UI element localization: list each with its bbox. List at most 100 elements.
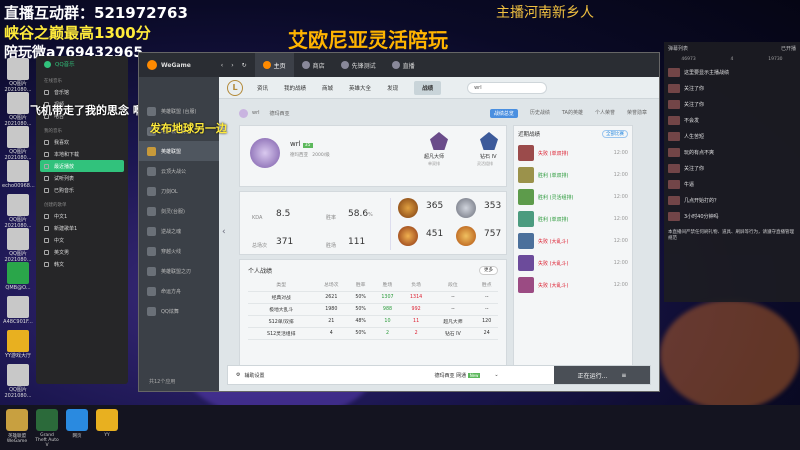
- wegame-tab[interactable]: 先锋测试: [333, 53, 384, 77]
- qq-menu-item[interactable]: 最近播放: [40, 160, 124, 172]
- history-row[interactable]: 胜利 (单双排) 12:00: [514, 164, 632, 186]
- sidebar-game-item[interactable]: QQ炫舞: [139, 301, 219, 321]
- subtab[interactable]: 战绩总览: [489, 108, 518, 118]
- wegame-tab[interactable]: 直播: [384, 53, 423, 77]
- table-cell: 11: [401, 315, 431, 328]
- table-cell: 48%: [348, 315, 374, 328]
- taskbar-app[interactable]: Grand Theft Auto V: [34, 409, 60, 448]
- desktop-icon[interactable]: QQ图片 2021080...: [2, 194, 34, 229]
- sidebar-game-item[interactable]: 英雄联盟: [139, 141, 219, 161]
- desktop-icon[interactable]: echo00968...: [2, 160, 35, 189]
- lol-nav-tab[interactable]: 战绩: [414, 80, 442, 95]
- sidebar-game-item[interactable]: 命运方舟: [139, 281, 219, 301]
- history-row[interactable]: 失败 (单双排) 12:00: [514, 142, 632, 164]
- sidebar-app-count[interactable]: 共12个应用: [149, 378, 175, 385]
- desktop-icon-label: A48C901F...: [3, 319, 33, 325]
- sidebar-game-item[interactable]: 剑灵(台服): [139, 201, 219, 221]
- lol-search-input[interactable]: wrl: [467, 81, 548, 94]
- live-status[interactable]: 已开播: [781, 45, 796, 52]
- table-cell: 1980: [314, 303, 349, 316]
- desktop-icon[interactable]: QQ图片 2021080...: [2, 126, 34, 161]
- desktop-icon[interactable]: QQ图片 2021080...: [2, 364, 34, 399]
- refresh-icon[interactable]: ↻: [242, 62, 247, 69]
- menu-icon: [44, 139, 49, 145]
- lol-nav-tab[interactable]: 资讯: [257, 84, 268, 92]
- subtab[interactable]: 个人荣誉: [595, 109, 615, 118]
- profile-level: 2000/级: [312, 153, 330, 158]
- desktop-icon-label: echo00968...: [2, 183, 35, 189]
- subtab[interactable]: 荣誉勋章: [627, 109, 647, 118]
- table-cell: --: [430, 303, 476, 316]
- back-arrow-icon[interactable]: ‹: [221, 62, 223, 69]
- qq-menu-item[interactable]: 我喜欢: [36, 136, 128, 148]
- qq-menu-item[interactable]: 中文: [36, 234, 128, 246]
- lol-nav-tab[interactable]: 英雄大全: [349, 84, 371, 92]
- lol-nav-tab[interactable]: 商城: [322, 84, 333, 92]
- qq-menu-item[interactable]: 已购音乐: [36, 184, 128, 196]
- history-row[interactable]: 失败 (大乱斗) 12:00: [514, 230, 632, 252]
- app-icon: [36, 409, 58, 431]
- history-filter[interactable]: 全部比赛: [602, 130, 628, 138]
- taskbar-app[interactable]: 网页: [64, 409, 90, 439]
- file-icon: [7, 194, 29, 216]
- history-row[interactable]: 失败 (大乱斗) 12:00: [514, 274, 632, 296]
- table-cell: 992: [401, 303, 431, 316]
- stream-overlay-line2: 峡谷之巅最高1300分: [4, 24, 151, 42]
- subtab[interactable]: TA的英雄: [562, 109, 583, 118]
- menu-icon: [44, 89, 49, 95]
- qq-menu-item[interactable]: 本地和下载: [36, 148, 128, 160]
- history-row[interactable]: 失败 (大乱斗) 12:00: [514, 252, 632, 274]
- subtab[interactable]: 历史战绩: [530, 109, 550, 118]
- champion-avatar: [518, 211, 534, 227]
- champion-avatar: [518, 145, 534, 161]
- sidebar-game-item[interactable]: 刀剑OL: [139, 181, 219, 201]
- rank2-queue: 灵活组排: [477, 161, 493, 166]
- history-row[interactable]: 胜利 (灵活组排) 12:00: [514, 186, 632, 208]
- stream-top-right: 主播河南新乡人: [496, 5, 594, 21]
- qq-menu-item[interactable]: 新建歌单1: [36, 222, 128, 234]
- wegame-tab[interactable]: 商店: [294, 53, 333, 77]
- assist-settings[interactable]: 辅助设置: [244, 372, 264, 379]
- qq-menu-item[interactable]: 试听列表: [36, 172, 128, 184]
- chat-message: 这里要显示主播战绩: [664, 66, 800, 82]
- desktop-icon[interactable]: QQ图片 2021080...: [2, 58, 34, 93]
- sidebar-game-item[interactable]: 英雄联盟 (台服): [139, 101, 219, 121]
- taskbar-app[interactable]: YY: [94, 409, 120, 438]
- forward-arrow-icon[interactable]: ›: [231, 62, 233, 69]
- wegame-tab[interactable]: 主页: [254, 53, 294, 77]
- match-result: 胜利 (灵活组排): [538, 194, 574, 201]
- live-chat-panel: 弹幕列表 已开播 46973 4 19730 这里要显示主播战绩 关注了你 关注了你…: [664, 42, 800, 302]
- table-cell: --: [475, 303, 498, 316]
- desktop-icon[interactable]: QQ图片 2021080...: [2, 228, 34, 263]
- sidebar-game-item[interactable]: 逆战之魂: [139, 221, 219, 241]
- qq-menu-item[interactable]: 中文1: [36, 210, 128, 222]
- qq-menu-item[interactable]: 英文男: [36, 246, 128, 258]
- sidebar-game-item[interactable]: 穿越火线: [139, 241, 219, 261]
- game-icon: [147, 226, 156, 236]
- chat-header: 弹幕列表: [668, 46, 689, 52]
- lol-nav-tab[interactable]: 发现: [387, 84, 398, 92]
- menu-icon: [44, 187, 49, 193]
- sidebar-game-item[interactable]: 云顶大战公: [139, 161, 219, 181]
- lol-nav-tab[interactable]: 我的战绩: [284, 84, 306, 92]
- taskbar-app[interactable]: 英雄联盟WeGame: [4, 409, 30, 444]
- running-button[interactable]: 正在运行... ≡: [554, 366, 650, 384]
- table-header: 负场: [401, 279, 431, 292]
- lol-content: L 资讯 我的战绩 商城 英雄大全 发现 战绩 wrl wrl 德玛西亚 战绩总览 历史战绩…: [219, 77, 659, 391]
- file-icon: [7, 228, 29, 250]
- qq-menu-item[interactable]: 音乐馆: [36, 86, 128, 98]
- collapse-arrow-icon[interactable]: ‹: [222, 227, 226, 237]
- chevron-down-icon[interactable]: ⌄: [494, 372, 498, 378]
- qq-menu-item[interactable]: 韩文: [36, 258, 128, 270]
- sidebar-game-item[interactable]: 英雄联盟之刃: [139, 261, 219, 281]
- chat-stat-3: 19730: [768, 57, 783, 62]
- settings-icon[interactable]: ⚙: [236, 372, 240, 378]
- match-result: 失败 (大乱斗): [538, 238, 569, 245]
- desktop-icon[interactable]: A48C901F...: [2, 296, 34, 325]
- record-more-button[interactable]: 更多: [479, 266, 498, 275]
- profile-server: 德玛西亚: [290, 153, 308, 158]
- desktop-icon[interactable]: QMB@O...: [2, 262, 34, 291]
- desktop-icon[interactable]: YY游戏大厅: [2, 330, 34, 359]
- history-row[interactable]: 胜利 (单双排) 12:00: [514, 208, 632, 230]
- server-select[interactable]: 德玛西亚 网通 New: [435, 372, 481, 379]
